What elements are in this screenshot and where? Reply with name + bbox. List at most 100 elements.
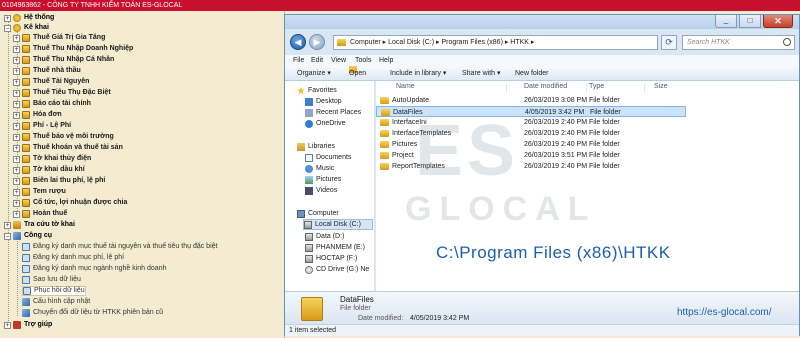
tree-item-ke-khai[interactable]: − Kê khai: [4, 23, 49, 33]
expand-icon[interactable]: +: [13, 67, 20, 75]
menu-tools[interactable]: Tools: [355, 55, 371, 66]
expand-icon[interactable]: +: [13, 166, 20, 174]
nav-pictures[interactable]: Pictures: [305, 174, 341, 185]
tool-update-config[interactable]: Cấu hình cập nhật: [22, 297, 90, 307]
share-with-button[interactable]: Share with ▾: [462, 66, 501, 81]
nav-onedrive[interactable]: OneDrive: [305, 118, 346, 129]
organize-button[interactable]: Organize ▾: [297, 66, 331, 81]
expand-icon[interactable]: +: [4, 221, 11, 229]
tree-item-bien-lai[interactable]: + Biên lai thu phí, lệ phí: [13, 176, 105, 186]
table-row[interactable]: DataFiles 4/05/2019 3:42 PM File folder: [376, 106, 686, 117]
tool-register-fees[interactable]: Đăng ký danh mục phí, lệ phí: [22, 253, 124, 263]
nav-data-d[interactable]: Data (D:): [305, 231, 344, 242]
menu-file[interactable]: File: [293, 55, 304, 66]
nav-music[interactable]: Music: [305, 163, 334, 174]
expand-icon[interactable]: +: [4, 321, 11, 329]
tree-item-tro-giup[interactable]: + Trợ giúp: [4, 320, 52, 330]
tool-convert-data[interactable]: Chuyển đổi dữ liệu từ HTKK phiên bản cũ: [22, 308, 163, 318]
expand-icon[interactable]: +: [13, 210, 20, 218]
expand-icon[interactable]: +: [13, 122, 20, 130]
tree-item-tncn[interactable]: + Thuế Thu Nhập Cá Nhân: [13, 55, 114, 65]
expand-icon[interactable]: +: [4, 14, 11, 22]
tree-item-nha-thau[interactable]: + Thuế nhà thầu: [13, 66, 81, 76]
new-folder-button[interactable]: New folder: [515, 66, 548, 81]
collapse-icon[interactable]: −: [4, 24, 11, 32]
tree-item-hoa-don[interactable]: + Hóa đơn: [13, 110, 62, 120]
column-separator[interactable]: [506, 83, 507, 93]
tree-item-phi-le-phi[interactable]: + Phí - Lệ Phí: [13, 121, 71, 131]
nav-local-disk-c[interactable]: Local Disk (C:): [303, 219, 373, 230]
column-size[interactable]: Size: [654, 83, 668, 90]
tool-register-resource-tax[interactable]: Đăng ký danh mục thuế tài nguyên và thuế…: [22, 242, 217, 252]
column-name[interactable]: Name: [396, 83, 415, 90]
expand-icon[interactable]: +: [13, 111, 20, 119]
address-bar[interactable]: Computer ▸ Local Disk (C:) ▸ Program Fil…: [333, 35, 658, 50]
tree-item-thuy-dien[interactable]: + Tờ khai thủy điện: [13, 154, 91, 164]
tree-item-he-thong[interactable]: + Hệ thống: [4, 13, 54, 23]
table-row[interactable]: InterfaceIni 26/03/2019 2:40 PM File folde…: [376, 117, 686, 128]
tree-item-bctc[interactable]: + Báo cáo tài chính: [13, 99, 91, 109]
column-date-modified[interactable]: Date modified: [524, 83, 567, 90]
tree-item-ttdb[interactable]: + Thuế Tiêu Thụ Đặc Biệt: [13, 88, 111, 98]
expand-icon[interactable]: +: [13, 45, 20, 53]
menu-view[interactable]: View: [331, 55, 346, 66]
back-button[interactable]: ◀: [290, 34, 306, 50]
path-caption: C:\Program Files (x86)\HTKK: [436, 243, 671, 262]
column-type[interactable]: Type: [589, 83, 604, 90]
tool-register-business-lines[interactable]: Đăng ký danh mục ngành nghề kinh doanh: [22, 264, 167, 274]
table-row[interactable]: InterfaceTemplates 26/03/2019 2:40 PM File…: [376, 128, 686, 139]
forward-button[interactable]: ▶: [309, 34, 325, 50]
nav-computer[interactable]: Computer: [297, 208, 339, 219]
nav-recent-places[interactable]: Recent Places: [305, 107, 361, 118]
collapse-icon[interactable]: −: [4, 232, 11, 240]
tree-item-bvmt[interactable]: + Thuế bảo vệ môi trường: [13, 132, 114, 142]
table-row[interactable]: AutoUpdate 26/03/2019 3:08 PM File folder: [376, 95, 686, 106]
tree-item-co-tuc[interactable]: + Cổ tức, lợi nhuận được chia: [13, 198, 127, 208]
tool-backup[interactable]: Sao lưu dữ liệu: [22, 275, 81, 285]
system-icon: [13, 14, 21, 22]
expand-icon[interactable]: +: [13, 188, 20, 196]
column-separator[interactable]: [586, 83, 587, 93]
expand-icon[interactable]: +: [13, 199, 20, 207]
refresh-button[interactable]: ⟳: [661, 35, 677, 50]
nav-videos[interactable]: Videos: [305, 185, 337, 196]
maximize-button[interactable]: □: [739, 15, 761, 28]
nav-documents[interactable]: Documents: [305, 152, 351, 163]
close-button[interactable]: ✕: [763, 15, 793, 28]
expand-icon[interactable]: +: [13, 89, 20, 97]
search-input[interactable]: Search HTKK: [682, 35, 795, 50]
nav-phanmem-e[interactable]: PHANMEM (E:): [305, 242, 365, 253]
table-row[interactable]: Pictures 26/03/2019 2:40 PM File folder: [376, 139, 686, 150]
expand-icon[interactable]: +: [13, 100, 20, 108]
nav-libraries[interactable]: Libraries: [297, 141, 335, 152]
tree-item-tem-ruou[interactable]: + Tem rượu: [13, 187, 66, 197]
minimize-button[interactable]: _: [715, 15, 737, 28]
tree-item-tndn[interactable]: + Thuế Thu Nhập Doanh Nghiệp: [13, 44, 133, 54]
nav-hoctap-f[interactable]: HOCTAP (F:): [305, 253, 357, 264]
nav-favorites[interactable]: Favorites: [297, 85, 337, 96]
expand-icon[interactable]: +: [13, 78, 20, 86]
tool-restore[interactable]: Phục hồi dữ liệu: [22, 286, 86, 296]
tree-item-tra-cuu[interactable]: + Tra cứu tờ khai: [4, 220, 75, 230]
include-in-library-button[interactable]: Include in library ▾: [390, 66, 446, 81]
tree-item-cong-cu[interactable]: − Công cụ: [4, 231, 52, 241]
tree-item-hoan-thue[interactable]: + Hoàn thuế: [13, 209, 67, 219]
website-url: https://es-glocal.com/: [677, 307, 772, 318]
tree-item-dau-khi[interactable]: + Tờ khai dầu khí: [13, 165, 85, 175]
expand-icon[interactable]: +: [13, 155, 20, 163]
menu-edit[interactable]: Edit: [311, 55, 323, 66]
expand-icon[interactable]: +: [13, 34, 20, 42]
tree-item-thue-khoan[interactable]: + Thuế khoán và thuế tài sản: [13, 143, 123, 153]
table-row[interactable]: ReportTemplates 26/03/2019 2:40 PM File fo…: [376, 161, 686, 172]
tree-item-tai-nguyen[interactable]: + Thuế Tài Nguyên: [13, 77, 89, 87]
table-row[interactable]: Project 26/03/2019 3:51 PM File folder: [376, 150, 686, 161]
expand-icon[interactable]: +: [13, 56, 20, 64]
expand-icon[interactable]: +: [13, 177, 20, 185]
expand-icon[interactable]: +: [13, 133, 20, 141]
nav-cd-drive-g[interactable]: CD Drive (G:) Ne: [305, 264, 369, 275]
expand-icon[interactable]: +: [13, 144, 20, 152]
nav-desktop[interactable]: Desktop: [305, 96, 342, 107]
menu-help[interactable]: Help: [379, 55, 393, 66]
column-separator[interactable]: [644, 83, 645, 93]
tree-item-gtgt[interactable]: + Thuế Giá Trị Gia Tăng: [13, 33, 105, 43]
